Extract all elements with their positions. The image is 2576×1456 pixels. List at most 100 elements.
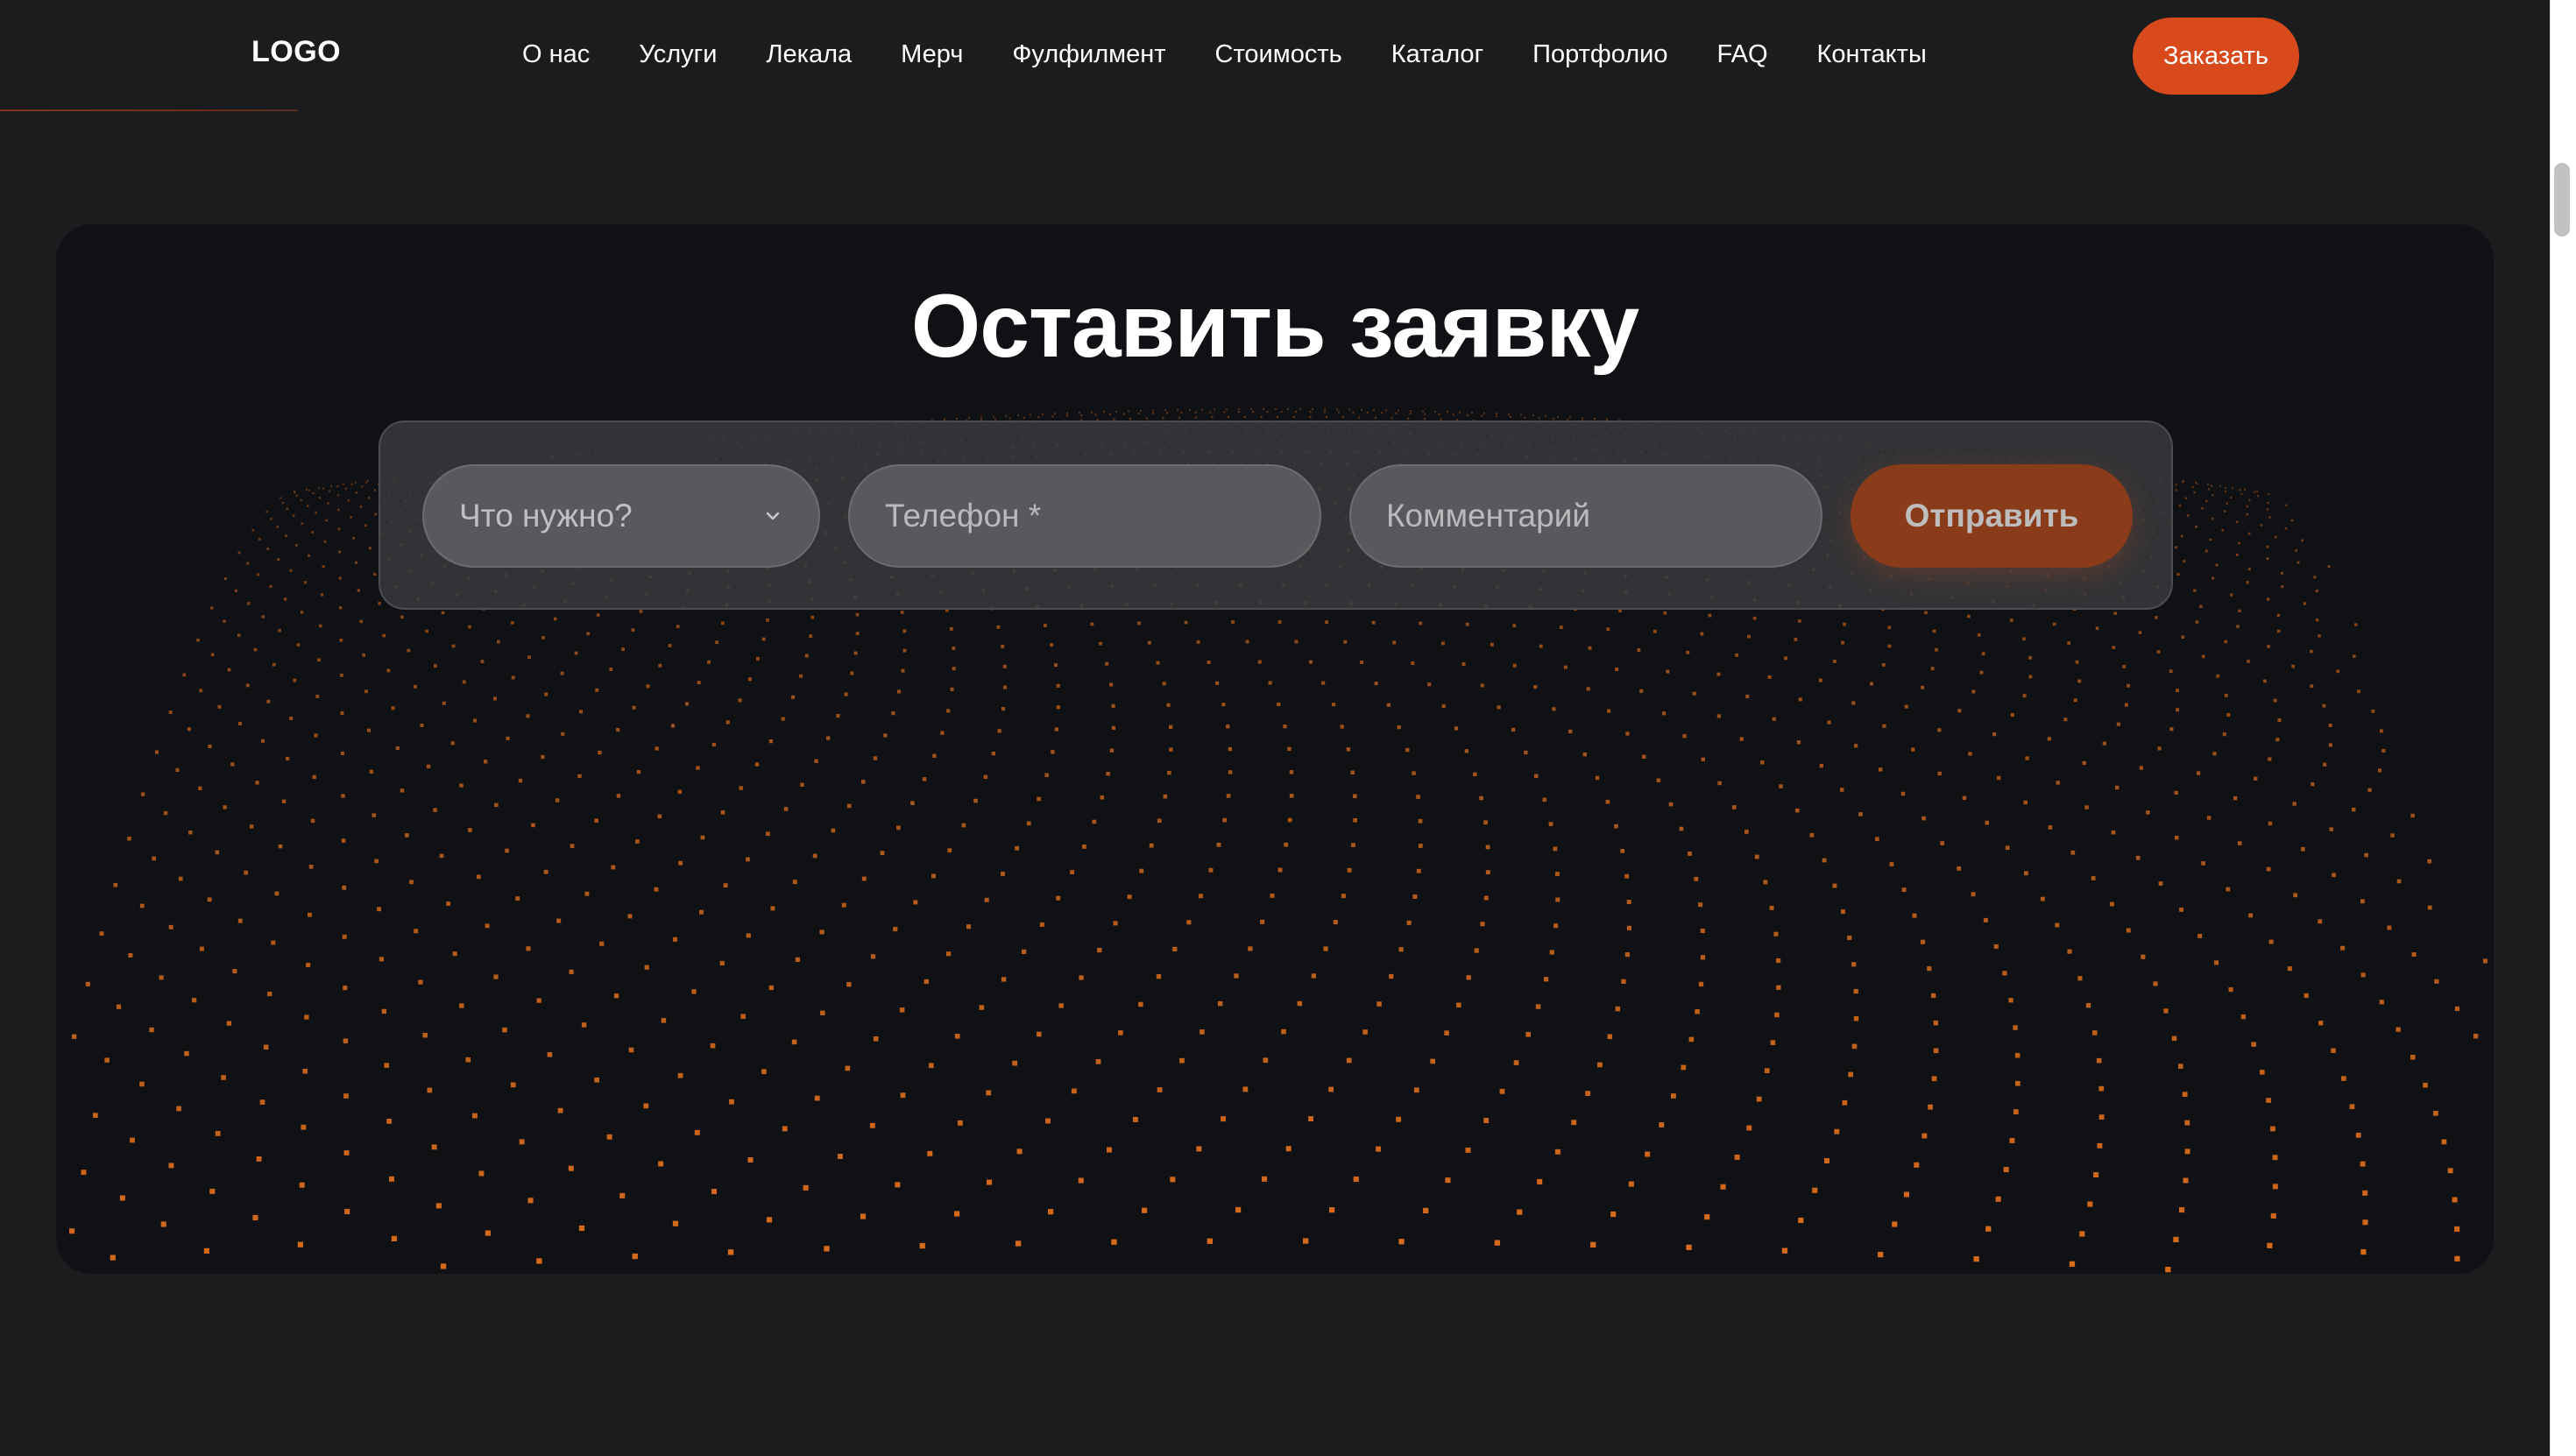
background-dot [2184, 497, 2188, 499]
background-dot [1221, 703, 1226, 707]
background-dot [320, 593, 324, 597]
background-dot [1221, 1116, 1226, 1122]
nav-link-services[interactable]: Услуги [639, 40, 717, 69]
background-dot [635, 839, 640, 844]
background-dot [1666, 669, 1670, 674]
background-dot [1287, 817, 1292, 823]
background-dot [2165, 1267, 2171, 1273]
background-dot [1231, 620, 1235, 624]
background-dot [493, 696, 497, 701]
background-dot [954, 1034, 960, 1039]
submit-button[interactable]: Отправить [1851, 464, 2133, 568]
background-dot [1128, 410, 1129, 413]
background-dot [1056, 895, 1061, 901]
background-dot [2230, 593, 2233, 597]
order-button[interactable]: Заказать [2133, 18, 2299, 95]
background-dot [1887, 644, 1892, 648]
background-dot [306, 963, 311, 968]
background-dot [1686, 1244, 1692, 1250]
background-dot [1325, 620, 1328, 624]
nav-link-catalog[interactable]: Каталог [1391, 40, 1483, 69]
background-dot [2009, 1138, 2015, 1143]
background-dot [2362, 1190, 2368, 1196]
nav-link-portfolio[interactable]: Портфолио [1532, 40, 1667, 69]
nav-link-fulfillment[interactable]: Фулфилмент [1012, 40, 1165, 69]
background-dot [2387, 925, 2392, 930]
background-dot [2040, 896, 2045, 901]
background-dot [1280, 411, 1283, 413]
background-dot [1341, 416, 1344, 419]
background-dot [1001, 707, 1006, 711]
background-dot [2454, 1226, 2460, 1232]
background-dot [1105, 661, 1109, 666]
background-dot [2226, 887, 2231, 892]
background-dot [2310, 649, 2313, 654]
background-dot [497, 640, 500, 644]
nav-link-about[interactable]: О нас [522, 40, 590, 69]
background-dot [850, 671, 854, 675]
background-dot [1879, 767, 1883, 772]
background-dot [1490, 642, 1494, 647]
background-dot [1127, 894, 1132, 900]
comment-input[interactable] [1349, 464, 1822, 568]
scrollbar-thumb[interactable] [2554, 163, 2570, 237]
background-dot [668, 644, 672, 647]
background-dot [1480, 683, 1484, 688]
background-dot [739, 786, 743, 790]
background-dot [1610, 1211, 1617, 1218]
background-dot [1226, 724, 1230, 729]
background-dot [2246, 505, 2249, 508]
background-dot [1145, 417, 1148, 420]
background-dot [2441, 1139, 2447, 1145]
background-dot [1208, 867, 1214, 873]
background-dot [1464, 749, 1468, 753]
background-dot [431, 1144, 437, 1150]
background-dot [1776, 958, 1781, 964]
phone-input[interactable] [848, 464, 1321, 568]
background-dot [1937, 771, 1942, 776]
background-dot [1092, 819, 1097, 824]
need-select[interactable]: Что нужно? [422, 464, 820, 568]
background-dot [301, 1124, 307, 1130]
nav-link-contacts[interactable]: Контакты [1817, 40, 1927, 69]
background-dot [1992, 732, 1997, 737]
background-dot [2174, 790, 2178, 795]
background-dot [312, 774, 316, 780]
background-dot [2073, 698, 2077, 703]
background-dot [1103, 411, 1105, 413]
background-dot [1931, 993, 1936, 999]
dot-grid-background [69, 408, 2488, 1273]
background-dot [221, 1075, 226, 1080]
background-dot [1398, 947, 1404, 952]
background-dot [720, 810, 725, 815]
background-dot [2077, 976, 2083, 981]
background-dot [215, 850, 220, 855]
nav-link-pricing[interactable]: Стоимость [1215, 40, 1342, 69]
background-dot [511, 675, 515, 680]
background-dot [1051, 750, 1055, 754]
background-dot [1767, 675, 1772, 679]
background-dot [1559, 626, 1563, 629]
nav-link-patterns[interactable]: Лекала [766, 40, 852, 69]
background-dot [271, 940, 276, 945]
logo[interactable]: LOGO [251, 35, 341, 69]
background-dot [1017, 414, 1019, 417]
background-dot [2098, 1114, 2105, 1120]
background-dot [861, 780, 866, 784]
background-dot [1157, 1087, 1163, 1092]
background-dot [325, 519, 328, 522]
nav-link-faq[interactable]: FAQ [1717, 40, 1768, 69]
background-dot [1700, 928, 1705, 933]
nav-link-merch[interactable]: Мерч [901, 40, 963, 69]
background-dot [459, 1003, 464, 1008]
background-dot [1485, 870, 1490, 875]
background-dot [294, 491, 296, 494]
background-dot [678, 860, 683, 866]
background-dot [993, 415, 994, 418]
background-dot [2239, 489, 2241, 491]
background-dot [442, 701, 446, 705]
background-dot [1422, 410, 1424, 413]
background-dot [1537, 1178, 1543, 1184]
background-dot [2215, 563, 2219, 567]
background-dot [568, 1165, 574, 1171]
